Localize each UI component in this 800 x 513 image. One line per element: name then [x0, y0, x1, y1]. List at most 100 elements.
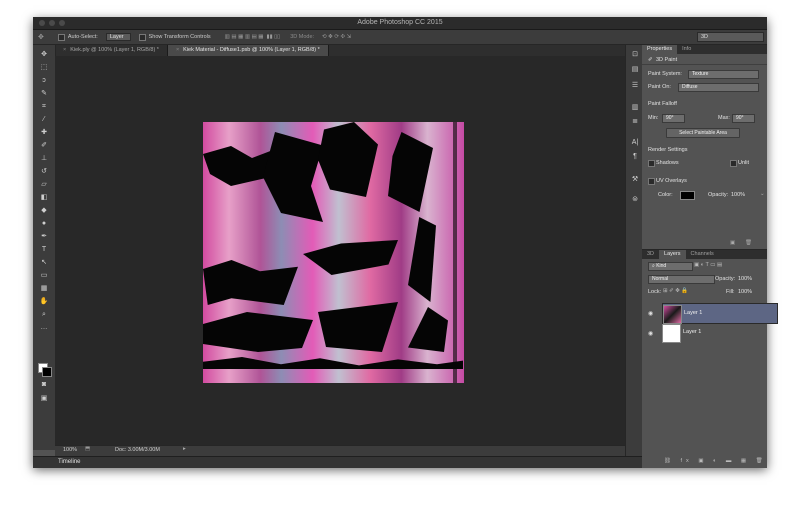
tools-panel: ✥ ⬚ ↄ ✎ ⌗ ⁄ ✚ ✐ ⊥ ↺ ▱ ◧ ◆ ● ✒ T ↖ ▭ ▦ ✋ … — [33, 45, 56, 450]
type-tool-icon[interactable]: T — [38, 244, 50, 255]
max-input[interactable]: 90° — [732, 114, 755, 123]
shadows-checkbox[interactable] — [648, 160, 655, 167]
layer-opacity-value[interactable]: 100% — [738, 276, 752, 282]
brush-icon: ✐ — [648, 57, 653, 63]
layer-row[interactable]: Layer 1 — [662, 303, 778, 324]
render-settings-label: Render Settings — [648, 147, 688, 153]
tab-channels[interactable]: Channels — [686, 250, 719, 259]
layer-thumbnail — [663, 305, 682, 324]
status-bar: 100% ⬒ Doc: 3.00M/3.00M ▸ — [55, 445, 625, 456]
render-icon[interactable]: ▣ — [730, 240, 735, 246]
tool-presets-icon[interactable]: ⊜ — [630, 195, 640, 203]
3d-panel-icon[interactable]: ⊡ — [630, 50, 640, 58]
workspace-dropdown[interactable]: 3D — [697, 32, 764, 42]
shape-tool-icon[interactable]: ▭ — [38, 270, 50, 281]
tab-label: Kiek Material - Diffuse1.psb @ 100% (Lay… — [183, 47, 320, 53]
blur-tool-icon[interactable]: ◆ — [38, 205, 50, 216]
healing-tool-icon[interactable]: ✚ — [38, 127, 50, 138]
color-label: Color: — [658, 192, 673, 198]
kind-filter-dropdown[interactable]: ⌕ Kind — [648, 262, 693, 271]
tab-kiek-material[interactable]: × Kiek Material - Diffuse1.psb @ 100% (La… — [167, 45, 329, 56]
layer-name: Layer 1 — [683, 329, 702, 335]
character-icon[interactable]: A| — [630, 139, 640, 146]
history-brush-icon[interactable]: ↺ — [38, 166, 50, 177]
timeline-label[interactable]: Timeline — [58, 459, 80, 465]
marquee-tool-icon[interactable]: ⬚ — [38, 62, 50, 73]
delete-icon[interactable]: 🗑 — [745, 240, 752, 246]
eyedropper-tool-icon[interactable]: ⁄ — [38, 114, 50, 125]
layer-thumbnail — [662, 324, 681, 343]
styles-icon[interactable]: ⚒ — [630, 175, 640, 183]
dodge-tool-icon[interactable]: ● — [38, 218, 50, 229]
pen-tool-icon[interactable]: ✒ — [38, 231, 50, 242]
uv-color-swatch[interactable] — [680, 191, 695, 200]
crop-tool-icon[interactable]: ⌗ — [38, 101, 50, 112]
lasso-tool-icon[interactable]: ↄ — [38, 75, 50, 86]
zoom-value[interactable]: 100% — [63, 447, 77, 453]
visibility-eye-icon[interactable]: ◉ — [648, 310, 653, 317]
timeline-panel: Timeline — [33, 456, 645, 468]
3d-mode-icons[interactable]: ⟲ ✥ ⟳ ✣ ⇲ — [322, 34, 351, 40]
paint-system-dropdown[interactable]: Texture — [688, 70, 759, 79]
status-menu-icon[interactable]: ⬒ — [85, 446, 90, 452]
unlit-checkbox[interactable] — [730, 160, 737, 167]
adjust-icon[interactable]: ☰ — [630, 81, 640, 89]
doc-size: Doc: 3.00M/3.00M — [115, 447, 160, 453]
hand-tool-icon[interactable]: ✋ — [38, 296, 50, 307]
status-arrow-icon[interactable]: ▸ — [183, 446, 186, 452]
visibility-eye-icon[interactable]: ◉ — [648, 330, 653, 337]
screen-mode-icon[interactable]: ▣ — [38, 393, 50, 404]
select-paintable-area-button[interactable]: Select Paintable Area — [666, 128, 740, 138]
background-color-swatch[interactable] — [42, 367, 52, 377]
mode-3d-label: 3D Mode: — [290, 34, 315, 40]
layers-icon[interactable]: ▤ — [630, 65, 640, 73]
show-transform-label: Show Transform Controls — [148, 34, 211, 40]
brush-panel-icon[interactable]: ≣ — [630, 117, 640, 125]
opacity-stepper-icon[interactable]: ⌄ — [760, 191, 765, 197]
brush-tool-icon[interactable]: ✐ — [38, 140, 50, 151]
auto-select-checkbox[interactable] — [57, 33, 65, 41]
canvas-area[interactable] — [55, 56, 625, 445]
align-icons[interactable]: ▥ ▤ ▦ ▥ ▤ ▦ ▮▮ ▯▯ — [225, 34, 281, 40]
tab-layers[interactable]: Layers — [659, 250, 686, 259]
paint-falloff-label: Paint Falloff — [648, 101, 677, 107]
layer-row[interactable]: Layer 1 — [662, 323, 767, 343]
tab-properties[interactable]: Properties — [642, 45, 678, 54]
fill-value[interactable]: 100% — [738, 289, 752, 295]
more-tools-icon[interactable]: … — [38, 322, 50, 333]
gradient-tool-icon[interactable]: ◧ — [38, 192, 50, 203]
filter-icons[interactable]: ▣ ◐ T ▭ ▤ — [694, 262, 722, 268]
layers-panel: 3D Layers Channels ⌕ Kind ▣ ◐ T ▭ ▤ Norm… — [642, 249, 778, 468]
min-input[interactable]: 90° — [662, 114, 685, 123]
properties-tabs: Properties Info — [642, 45, 767, 54]
close-tab-icon[interactable]: × — [63, 47, 66, 53]
move-tool-icon[interactable]: ✥ — [38, 49, 50, 60]
quick-mask-icon[interactable]: ◙ — [38, 379, 50, 390]
auto-select-dropdown[interactable]: Layer — [105, 33, 131, 41]
show-transform-checkbox[interactable] — [138, 33, 146, 41]
close-tab-icon[interactable]: × — [176, 47, 179, 53]
layers-tabs: 3D Layers Channels — [642, 250, 767, 259]
tab-kiek-ply[interactable]: × Kiek.ply @ 100% (Layer 1, RGB/8) * — [55, 45, 168, 56]
blend-mode-dropdown[interactable]: Normal — [648, 275, 715, 284]
paint-on-dropdown[interactable]: Diffuse — [678, 83, 759, 92]
layer-actions-icons[interactable]: ⛓ fx ▣ ◐ ▬ ▦ 🗑 — [664, 458, 767, 464]
opacity-value[interactable]: 100% — [731, 192, 745, 198]
document-image[interactable] — [203, 122, 464, 383]
min-label: Min: — [648, 115, 659, 121]
path-select-tool-icon[interactable]: ↖ — [38, 257, 50, 268]
lock-icons[interactable]: ⊞ ✐ ✥ 🔒 — [663, 288, 688, 294]
move-tool-icon[interactable]: ✥ — [38, 33, 44, 41]
quick-select-tool-icon[interactable]: ✎ — [38, 88, 50, 99]
tab-3d[interactable]: 3D — [642, 250, 659, 259]
stamp-tool-icon[interactable]: ⊥ — [38, 153, 50, 164]
tab-info[interactable]: Info — [677, 45, 696, 54]
opacity-label: Opacity: — [708, 192, 729, 198]
eraser-tool-icon[interactable]: ▱ — [38, 179, 50, 190]
properties-icon[interactable]: ▥ — [630, 103, 640, 111]
uv-overlays-checkbox[interactable] — [648, 178, 655, 185]
title-bar: Adobe Photoshop CC 2015 — [33, 17, 767, 30]
paragraph-icon[interactable]: ¶ — [630, 153, 640, 160]
3d-tool-icon[interactable]: ▦ — [38, 283, 50, 294]
zoom-tool-icon[interactable]: ⌕ — [38, 309, 50, 320]
